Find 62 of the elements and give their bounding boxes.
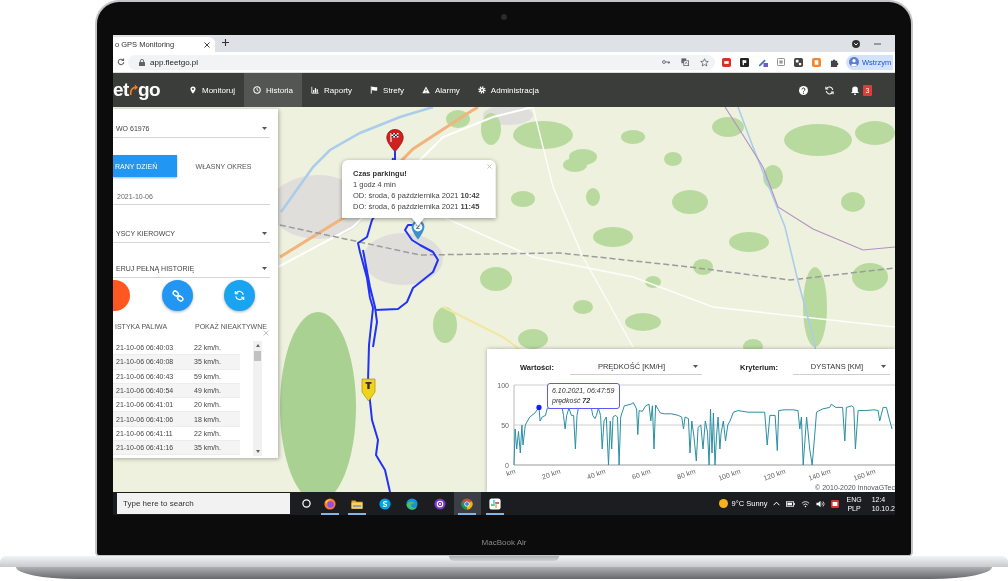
avatar-icon [849,57,859,67]
logo-text: go [137,79,161,101]
pin-icon [189,86,197,94]
device-label: MacBook Air [481,538,527,547]
media-icon [433,497,446,510]
refresh-icon [234,290,245,301]
caret-icon [262,127,267,130]
browser-icon [323,497,336,510]
nav-item[interactable]: Raporty [302,73,362,107]
caret-icon [262,267,267,270]
nav-item[interactable]: Alarmy [412,73,469,107]
caret-icon [881,365,886,368]
sun-icon[interactable] [718,499,728,508]
search-field[interactable]: Type here to search [117,493,290,514]
caret-icon [262,232,267,235]
link-button[interactable] [162,280,193,311]
arrow-icon [128,84,138,96]
refresh-icon[interactable] [825,85,834,95]
nav-item[interactable]: Historia [243,73,303,107]
refresh-button[interactable] [224,280,255,311]
bar-chart-icon [311,86,320,94]
speaker-icon[interactable] [816,499,826,508]
app-icon [488,497,501,510]
browser-icon [406,497,419,510]
address-bar[interactable]: app.fleetgo.pl [128,54,715,70]
taskbar-app[interactable] [453,492,481,515]
pin-icon[interactable] [361,378,376,402]
puzzle-icon[interactable] [830,57,839,67]
nav-item[interactable]: Monitoruj [180,73,244,107]
fuel-button[interactable] [113,280,130,311]
data-point-icon [536,404,542,410]
scrollbar[interactable] [253,341,262,456]
dropdown-icon[interactable] [852,39,860,48]
gear-icon [477,86,486,94]
tray-app-icon[interactable] [831,499,840,508]
plus-icon[interactable] [222,38,229,46]
warning-icon [421,86,430,94]
star-icon[interactable] [700,57,709,67]
close-icon[interactable] [204,41,210,48]
battery-icon[interactable] [786,500,796,507]
reload-icon[interactable] [117,58,125,66]
link-icon [171,289,184,302]
key-icon[interactable] [662,59,670,65]
extension-icon[interactable] [740,57,749,67]
nav-item[interactable]: Administracja [468,73,548,107]
caret-icon [693,365,698,368]
extension-icon[interactable] [794,57,803,67]
browser-icon [461,497,474,510]
flag-icon [370,86,379,94]
camera-icon [501,14,507,20]
circle-icon[interactable] [302,499,311,508]
nav-item[interactable]: Strefy [361,73,413,107]
logo-text: et [113,79,129,101]
translate-icon[interactable] [681,58,689,66]
chat-icon [378,497,391,510]
help-icon[interactable] [799,85,808,95]
clock-icon [252,86,261,94]
chevron-up-icon[interactable] [773,501,781,506]
wifi-icon[interactable] [801,499,811,508]
pen-icon[interactable] [758,57,768,67]
lock-icon [139,58,145,66]
bell-icon[interactable] [851,85,859,95]
